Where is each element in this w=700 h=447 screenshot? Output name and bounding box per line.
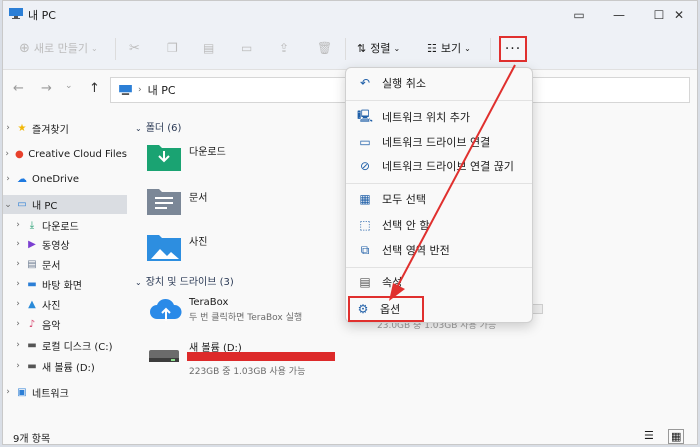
file-explorer-window: 내 PC ▭ — ☐ ✕ ⊕ 새로 만들기 ⌄ ✂ ❐ ▤ ▭ ⇪ 🗑 ⇅ 정렬…: [2, 0, 698, 445]
annotation-arrow: [389, 64, 516, 301]
